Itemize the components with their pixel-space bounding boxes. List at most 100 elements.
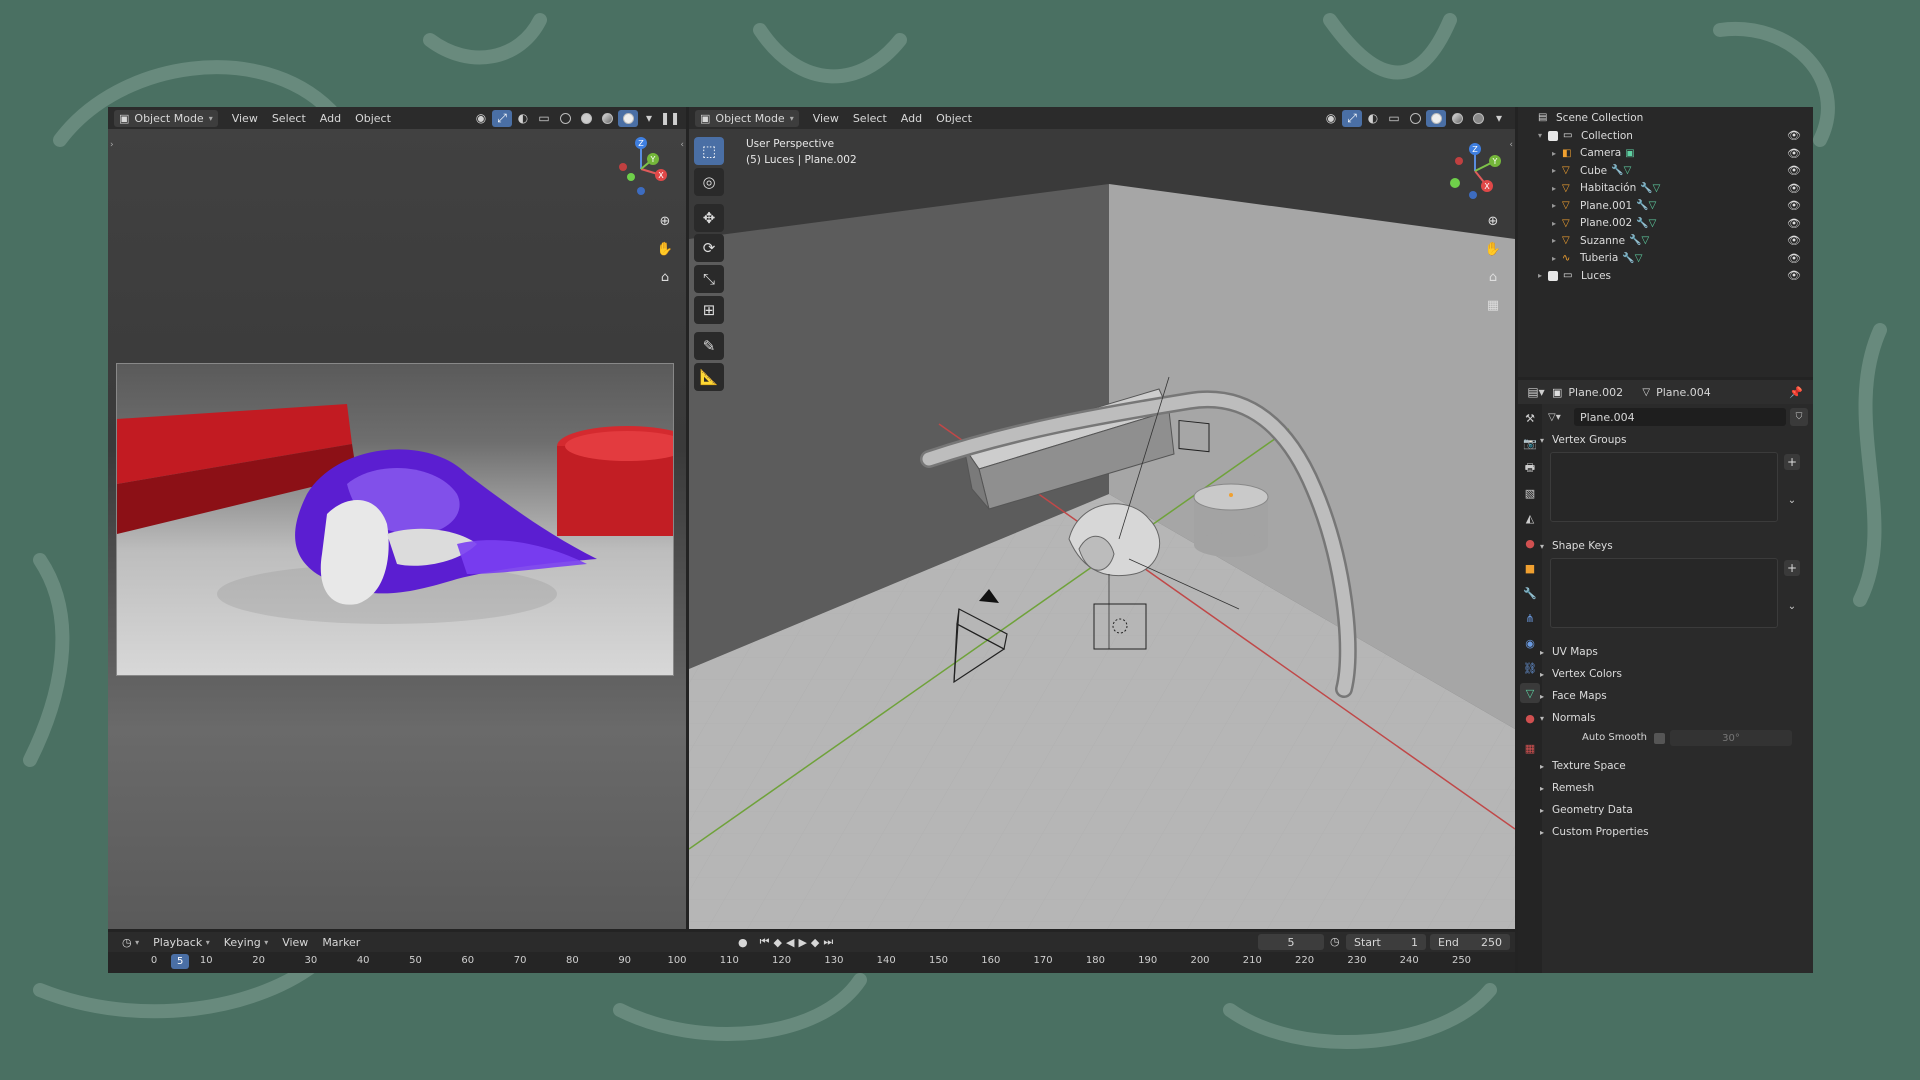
vertex-groups-list[interactable] — [1550, 452, 1778, 522]
overlay-icon[interactable]: ◐ — [1363, 110, 1383, 127]
perspective-toggle-icon[interactable]: ▦ — [1481, 293, 1505, 317]
play-icon[interactable]: ▶ — [798, 936, 806, 949]
pin-icon[interactable]: 📌 — [1789, 386, 1803, 399]
visibility-eye-icon[interactable]: 👁 — [1787, 199, 1801, 212]
outliner-item[interactable]: ▸ ▽ Suzanne 🔧▽ 👁 — [1518, 232, 1813, 249]
add-slot-button[interactable]: + — [1784, 454, 1800, 470]
menu-marker[interactable]: Marker — [316, 934, 366, 951]
panel-header[interactable]: ▸ Texture Space — [1540, 756, 1803, 776]
panel-header[interactable]: ▸ Geometry Data — [1540, 800, 1803, 820]
main-menu-add[interactable]: Add — [895, 110, 928, 127]
expand-closed-icon[interactable]: ▸ — [1552, 149, 1562, 158]
visibility-eye-icon[interactable]: 👁 — [1787, 182, 1801, 195]
collection-checkbox[interactable] — [1548, 270, 1558, 281]
render-tab-icon[interactable]: 📷 — [1520, 433, 1540, 453]
shading-options-icon[interactable]: ▾ — [1489, 110, 1509, 127]
object-tab-icon[interactable]: ■ — [1520, 558, 1540, 578]
expand-closed-icon[interactable]: ▸ — [1552, 254, 1562, 263]
outliner-item[interactable]: ▸ ▽ Plane.002 🔧▽ 👁 — [1518, 215, 1813, 232]
wireframe-shading-icon[interactable] — [1405, 110, 1425, 127]
fake-user-icon[interactable]: ⛉ — [1790, 408, 1808, 426]
stopwatch-icon[interactable]: ◷ — [1330, 935, 1340, 948]
panel-header[interactable]: ▸ Remesh — [1540, 778, 1803, 798]
panel-header[interactable]: ▾ Normals — [1540, 708, 1803, 728]
left-viewport[interactable]: ▣ Object Mode ▾ View Select Add Object ◉… — [108, 107, 686, 929]
xray-icon[interactable]: ▭ — [534, 110, 554, 127]
auto-smooth-angle-field[interactable]: 30° — [1670, 730, 1792, 746]
prev-keyframe-icon[interactable]: ◆ — [774, 936, 782, 949]
view-layer-tab-icon[interactable]: ▧ — [1520, 483, 1540, 503]
shading-options-icon[interactable]: ▾ — [639, 110, 659, 127]
start-frame-field[interactable]: Start 1 — [1346, 934, 1426, 950]
menu-select[interactable]: Select — [266, 110, 312, 127]
expand-closed-icon[interactable]: ▸ — [1552, 184, 1562, 193]
outliner-item[interactable]: ▸ ▽ Cube 🔧▽ 👁 — [1518, 162, 1813, 179]
record-icon[interactable]: ● — [738, 936, 748, 949]
add-slot-button[interactable]: + — [1784, 560, 1800, 576]
expand-open-icon[interactable]: ▾ — [1538, 131, 1548, 140]
output-tab-icon[interactable]: 🖶 — [1520, 458, 1540, 478]
visibility-eye-icon[interactable]: 👁 — [1787, 164, 1801, 177]
menu-view-timeline[interactable]: View — [276, 934, 314, 951]
expand-closed-icon[interactable]: ▸ — [1552, 201, 1562, 210]
measure-tool[interactable]: 📐 — [694, 363, 724, 391]
pan-hand-icon[interactable]: ✋ — [1481, 237, 1505, 261]
navigation-gizmo[interactable]: Z X Y — [613, 135, 675, 197]
constraints-tab-icon[interactable]: ⛓ — [1520, 658, 1540, 678]
menu-add[interactable]: Add — [314, 110, 347, 127]
rendered-shading-icon[interactable] — [618, 109, 638, 127]
visibility-eye-icon[interactable]: 👁 — [1787, 129, 1801, 142]
main-menu-view[interactable]: View — [807, 110, 845, 127]
zoom-icon[interactable]: ⊕ — [653, 209, 677, 233]
sidebar-collapse-icon[interactable]: ‹ — [680, 140, 684, 150]
wireframe-shading-icon[interactable] — [555, 110, 575, 127]
pause-render-icon[interactable]: ❚❚ — [660, 110, 680, 127]
modifier-tab-icon[interactable]: 🔧 — [1520, 583, 1540, 603]
rotate-tool[interactable]: ⟳ — [694, 234, 724, 262]
visibility-icon[interactable]: ◉ — [1321, 110, 1341, 127]
visibility-eye-icon[interactable]: 👁 — [1787, 269, 1801, 282]
tool-tab-icon[interactable]: ⚒ — [1520, 408, 1540, 428]
menu-playback[interactable]: Playback ▾ — [147, 934, 216, 951]
timeline-editor-type[interactable]: ◷ ▾ — [116, 934, 145, 951]
expand-closed-icon[interactable]: ▸ — [1552, 219, 1562, 228]
cursor-tool[interactable]: ◎ — [694, 168, 724, 196]
mesh-datablock-selector[interactable]: ▽▾ — [1548, 408, 1570, 426]
outliner-item[interactable]: ▸ ∿ Tuberia 🔧▽ 👁 — [1518, 250, 1813, 267]
panel-header[interactable]: ▸ Custom Properties — [1540, 822, 1803, 842]
expand-closed-icon[interactable]: ▸ — [1538, 271, 1548, 280]
texture-tab-icon[interactable]: ▦ — [1520, 738, 1540, 758]
editor-type-icon[interactable]: ▤▾ — [1526, 384, 1546, 401]
rendered-shading-icon[interactable] — [1468, 110, 1488, 127]
material-tab-icon[interactable]: ● — [1520, 708, 1540, 728]
visibility-eye-icon[interactable]: 👁 — [1787, 252, 1801, 265]
outliner-item[interactable]: ▸ ▽ Habitación 🔧▽ 👁 — [1518, 180, 1813, 197]
camera-view-icon[interactable]: ⌂ — [1481, 265, 1505, 289]
gizmo-toggle-icon[interactable]: ⤢ — [492, 109, 512, 127]
specials-menu-icon[interactable]: ⌄ — [1784, 598, 1800, 614]
playhead[interactable]: 5 — [171, 954, 190, 969]
transform-tool[interactable]: ⊞ — [694, 296, 724, 324]
outliner-item[interactable]: ▸ ◧ Camera ▣ 👁 — [1518, 145, 1813, 162]
material-shading-icon[interactable] — [597, 110, 617, 127]
panel-header[interactable]: ▾ Shape Keys — [1540, 536, 1803, 556]
next-keyframe-icon[interactable]: ◆ — [811, 936, 819, 949]
auto-smooth-checkbox[interactable] — [1654, 733, 1665, 744]
expand-closed-icon[interactable]: ▸ — [1552, 166, 1562, 175]
current-frame-field[interactable]: 5 — [1258, 934, 1324, 950]
outliner-item[interactable]: ▸ ▽ Plane.001 🔧▽ 👁 — [1518, 197, 1813, 214]
outliner-item[interactable]: ▾ ▭ Collection 👁 — [1518, 127, 1813, 144]
shape-keys-list[interactable] — [1550, 558, 1778, 628]
sidebar-collapse-icon[interactable]: ‹ — [1509, 140, 1513, 150]
specials-menu-icon[interactable]: ⌄ — [1784, 492, 1800, 508]
main-menu-object[interactable]: Object — [930, 110, 978, 127]
material-shading-icon[interactable] — [1447, 110, 1467, 127]
main-viewport[interactable]: ▣ Object Mode ▾ View Select Add Object ◉… — [689, 107, 1515, 929]
move-tool[interactable]: ✥ — [694, 204, 724, 232]
mesh-name-field[interactable]: Plane.004 — [1574, 408, 1786, 426]
outliner-item[interactable]: ▸ ▭ Luces 👁 — [1518, 267, 1813, 284]
gizmo-toggle-icon[interactable]: ⤢ — [1342, 109, 1362, 127]
physics-tab-icon[interactable]: ◉ — [1520, 633, 1540, 653]
scene-tab-icon[interactable]: ◭ — [1520, 508, 1540, 528]
world-tab-icon[interactable]: ● — [1520, 533, 1540, 553]
